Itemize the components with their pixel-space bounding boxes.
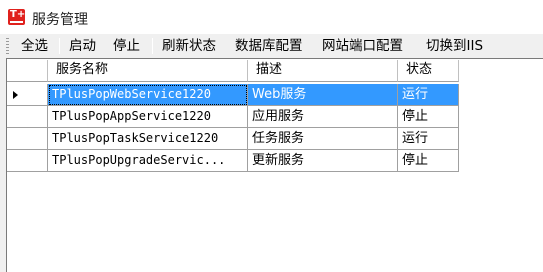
service-description-cell[interactable]: 更新服务	[248, 150, 398, 172]
row-header[interactable]	[7, 106, 48, 128]
db-config-button[interactable]: 数据库配置	[235, 37, 303, 56]
column-header-description[interactable]: 描述	[248, 60, 398, 82]
window-title: 服务管理	[32, 12, 88, 28]
row-header[interactable]	[7, 150, 48, 172]
select-all-button[interactable]: 全选	[21, 37, 48, 56]
toolbar-separator	[59, 38, 60, 54]
service-name-cell[interactable]: TPlusPopUpgradeServic...	[48, 150, 248, 172]
row-header[interactable]	[7, 84, 48, 106]
service-name-cell[interactable]: TPlusPopAppService1220	[48, 106, 248, 128]
service-description-cell[interactable]: 任务服务	[248, 128, 398, 150]
service-description-cell[interactable]: 应用服务	[248, 106, 398, 128]
column-header-name[interactable]: 服务名称	[48, 60, 248, 82]
toolbar-separator	[152, 38, 153, 54]
stop-button[interactable]: 停止	[113, 37, 140, 56]
table-row[interactable]: TPlusPopAppService1220 应用服务 停止	[7, 106, 459, 128]
app-logo-icon: T+	[8, 9, 25, 25]
service-status-cell[interactable]: 运行	[398, 84, 459, 106]
toolbar: 全选 启动 停止 刷新状态 数据库配置 网站端口配置 切换到IIS	[0, 34, 543, 58]
column-header-status[interactable]: 状态	[398, 60, 459, 82]
service-name-cell[interactable]: TPlusPopTaskService1220	[48, 128, 248, 150]
refresh-status-button[interactable]: 刷新状态	[162, 37, 216, 56]
service-status-cell[interactable]: 停止	[398, 106, 459, 128]
table-row[interactable]: TPlusPopUpgradeServic... 更新服务 停止	[7, 150, 459, 172]
grid-corner-header[interactable]	[7, 60, 48, 82]
service-status-cell[interactable]: 停止	[398, 150, 459, 172]
row-header[interactable]	[7, 128, 48, 150]
grid-header-row: 服务名称 描述 状态	[7, 60, 459, 82]
start-button[interactable]: 启动	[69, 37, 96, 56]
switch-to-iis-button[interactable]: 切换到IIS	[426, 37, 483, 56]
site-port-config-button[interactable]: 网站端口配置	[322, 37, 403, 56]
service-status-cell[interactable]: 运行	[398, 128, 459, 150]
service-name-cell[interactable]: TPlusPopWebService1220	[48, 84, 248, 106]
service-description-cell[interactable]: Web服务	[248, 84, 398, 106]
current-row-arrow-icon	[13, 91, 18, 99]
toolbar-grip-icon[interactable]	[6, 38, 9, 54]
title-bar: T+ 服务管理	[0, 0, 543, 34]
table-row[interactable]: TPlusPopTaskService1220 任务服务 运行	[7, 128, 459, 150]
table-row[interactable]: TPlusPopWebService1220 Web服务 运行	[7, 84, 459, 106]
